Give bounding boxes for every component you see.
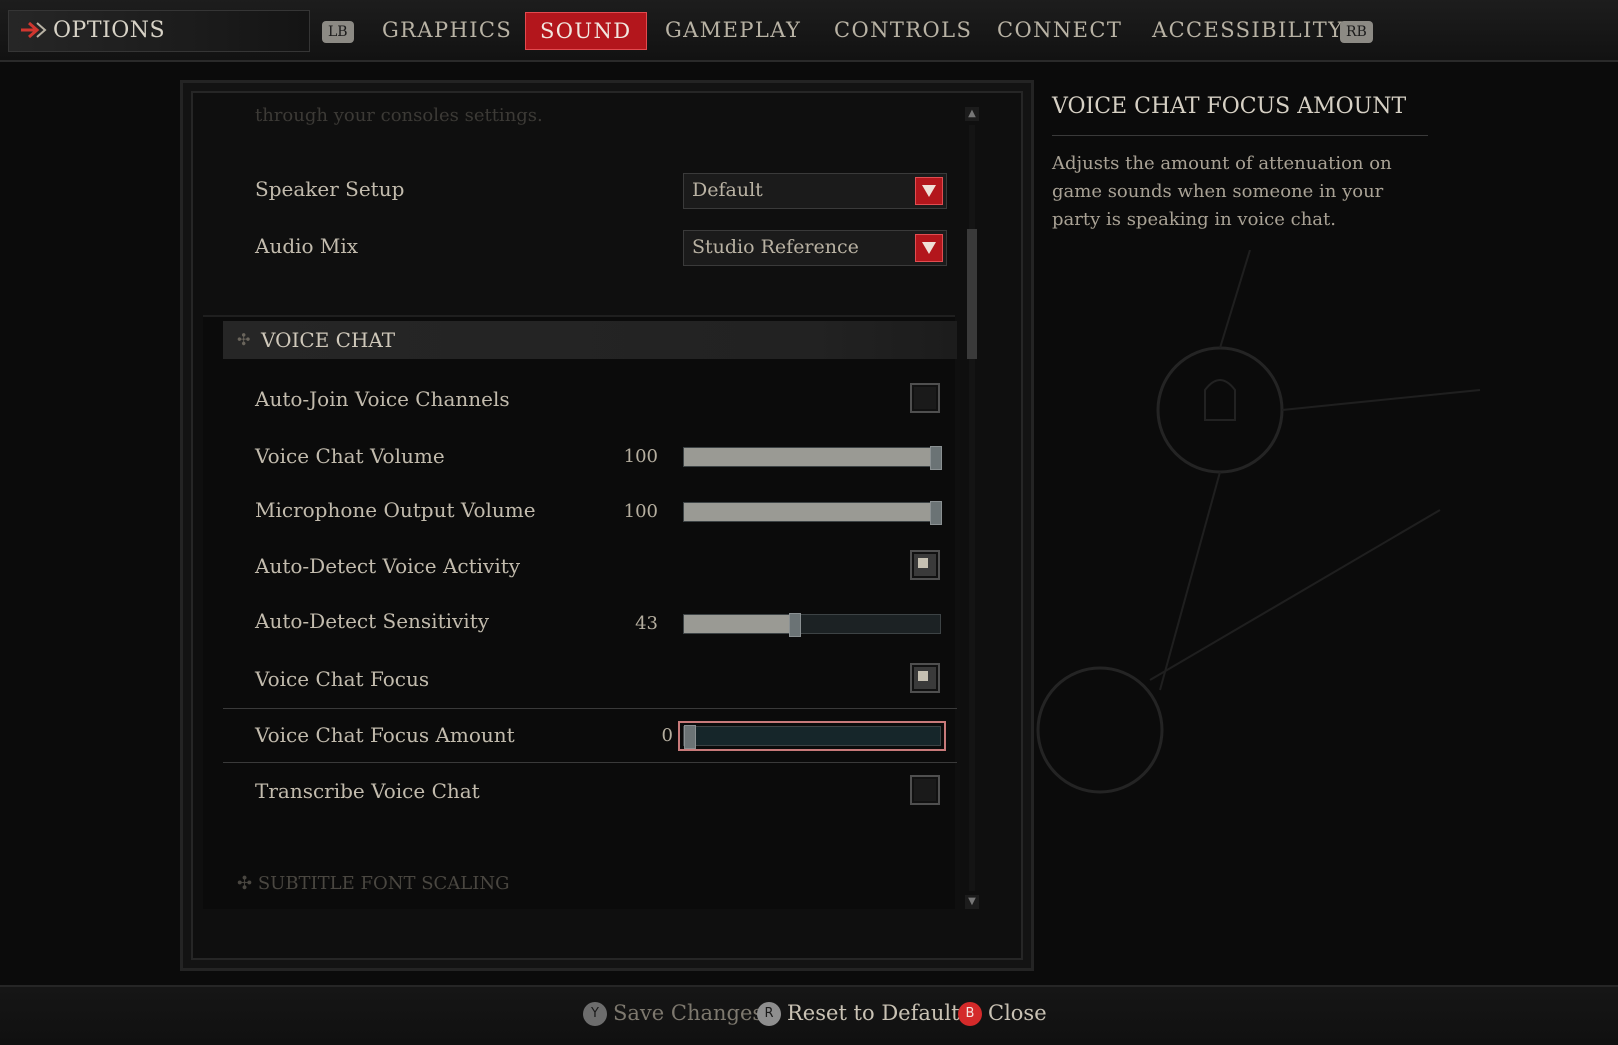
- slider-fill: [684, 615, 795, 633]
- auto-detect-activity-label: Auto-Detect Voice Activity: [255, 554, 521, 578]
- section-diamond-icon: ✣: [237, 330, 251, 349]
- settings-panel: through your consoles settings. Speaker …: [180, 80, 1034, 971]
- mic-output-volume-value: 100: [623, 501, 658, 522]
- description-divider: [1052, 135, 1428, 136]
- reset-to-defaults-label: Reset to Defaults: [787, 1001, 971, 1025]
- back-arrow-icon[interactable]: [19, 19, 47, 41]
- audio-mix-value: Studio Reference: [692, 236, 859, 258]
- tab-sound[interactable]: SOUND: [525, 12, 647, 50]
- slider-handle[interactable]: [684, 725, 696, 749]
- tab-accessibility[interactable]: ACCESSIBILITY: [1152, 16, 1343, 44]
- description-text: Adjusts the amount of attenuation on gam…: [1052, 153, 1392, 230]
- save-changes-label: Save Changes: [613, 1001, 764, 1025]
- slider-handle[interactable]: [930, 446, 942, 470]
- transcribe-voice-chat-label: Transcribe Voice Chat: [255, 779, 480, 803]
- options-header: OPTIONS: [8, 10, 310, 52]
- tab-graphics[interactable]: GRAPHICS: [382, 16, 512, 44]
- mic-output-volume-slider[interactable]: [683, 501, 942, 525]
- scroll-up-icon[interactable]: ▲: [965, 107, 979, 121]
- scrollbar[interactable]: ▲ ▼: [965, 107, 979, 909]
- chevron-down-icon[interactable]: [915, 177, 943, 205]
- voice-chat-title: VOICE CHAT: [261, 328, 396, 352]
- slider-handle[interactable]: [930, 501, 942, 525]
- auto-detect-sensitivity-label: Auto-Detect Sensitivity: [255, 609, 490, 633]
- y-button-icon: Y: [583, 1002, 607, 1026]
- description-title: VOICE CHAT FOCUS AMOUNT: [1052, 94, 1407, 119]
- tab-gameplay[interactable]: GAMEPLAY: [665, 16, 801, 44]
- voice-chat-focus-label: Voice Chat Focus: [255, 667, 430, 691]
- slider-fill: [684, 448, 940, 466]
- auto-detect-sensitivity-value: 43: [635, 613, 658, 634]
- auto-detect-activity-checkbox[interactable]: [910, 550, 940, 580]
- auto-detect-sensitivity-slider[interactable]: [683, 613, 941, 637]
- scroll-down-icon[interactable]: ▼: [965, 895, 979, 909]
- faded-hint-text: through your consoles settings.: [255, 105, 543, 126]
- top-nav: OPTIONS LB GRAPHICS SOUND GAMEPLAY CONTR…: [0, 0, 1618, 62]
- speaker-setup-dropdown[interactable]: Default: [683, 173, 947, 209]
- voice-chat-focus-amount-value: 0: [661, 725, 673, 746]
- tab-controls[interactable]: CONTROLS: [834, 16, 972, 44]
- voice-chat-volume-value: 100: [623, 446, 658, 467]
- decorative-sigil-icon: [1036, 250, 1481, 794]
- bottom-action-bar: Y Save Changes R Reset to Defaults B Clo…: [0, 985, 1618, 1045]
- subtitle-font-scaling-header[interactable]: ✣ SUBTITLE FONT SCALING: [237, 873, 510, 894]
- mic-output-volume-label: Microphone Output Volume: [255, 498, 536, 522]
- voice-chat-focus-amount-slider[interactable]: [678, 721, 946, 751]
- transcribe-voice-chat-checkbox[interactable]: [910, 775, 940, 805]
- speaker-setup-label: Speaker Setup: [255, 177, 405, 201]
- subtitle-font-scaling-title: SUBTITLE FONT SCALING: [257, 873, 510, 894]
- auto-join-label: Auto-Join Voice Channels: [255, 387, 510, 411]
- audio-mix-label: Audio Mix: [255, 234, 359, 258]
- chevron-down-icon[interactable]: [915, 234, 943, 262]
- row-highlight-top: [223, 708, 957, 709]
- voice-chat-header[interactable]: ✣ VOICE CHAT: [223, 321, 957, 359]
- slider-fill: [684, 503, 940, 521]
- lb-bumper-icon[interactable]: LB: [322, 21, 354, 43]
- audio-mix-dropdown[interactable]: Studio Reference: [683, 230, 947, 266]
- voice-chat-focus-amount-label: Voice Chat Focus Amount: [255, 723, 515, 747]
- voice-chat-volume-label: Voice Chat Volume: [255, 444, 445, 468]
- r-stick-icon: R: [757, 1002, 781, 1026]
- auto-join-checkbox[interactable]: [910, 383, 940, 413]
- scroll-thumb[interactable]: [967, 229, 977, 359]
- options-title: OPTIONS: [53, 18, 166, 43]
- voice-chat-focus-checkbox[interactable]: [910, 663, 940, 693]
- voice-chat-volume-slider[interactable]: [683, 446, 942, 470]
- slider-handle[interactable]: [789, 613, 802, 637]
- speaker-setup-value: Default: [692, 179, 763, 201]
- close-label: Close: [988, 1001, 1047, 1025]
- row-highlight-bottom: [223, 762, 957, 763]
- b-button-icon: B: [958, 1002, 982, 1026]
- tab-connect[interactable]: CONNECT: [997, 16, 1122, 44]
- rb-bumper-icon[interactable]: RB: [1340, 21, 1373, 43]
- section-diamond-icon: ✣: [237, 873, 258, 894]
